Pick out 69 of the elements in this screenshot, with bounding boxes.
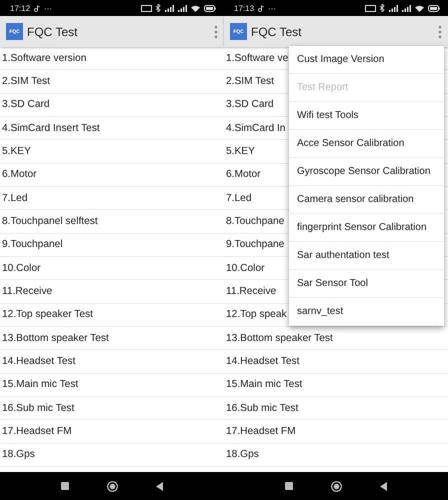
test-list-item[interactable]: 4.SimCard Insert Test	[2, 122, 100, 134]
menu-item[interactable]: Sar Sensor Tool	[289, 270, 444, 298]
test-list-item[interactable]: 15.Main mic Test	[2, 379, 78, 390]
menu-item[interactable]: Camera sensor calibration	[289, 186, 444, 214]
test-list-item[interactable]: 3.SD Card	[226, 99, 274, 110]
signal-icon	[165, 4, 174, 12]
test-list-item[interactable]: 18.Gps	[2, 449, 35, 460]
battery-icon	[428, 4, 440, 12]
test-list-item[interactable]: 8.Touchpanel selftest	[2, 216, 98, 227]
signal-icon	[389, 4, 398, 12]
signal-icon	[402, 4, 411, 12]
app-title: FQC Test	[27, 24, 78, 38]
more-options-icon[interactable]	[214, 24, 218, 38]
test-list-item[interactable]: 17.Headset FM	[2, 426, 72, 437]
more-notifications: ···	[44, 4, 52, 12]
test-list-item[interactable]: 11.Receive	[226, 286, 276, 297]
test-list-item[interactable]: 2.SIM Test	[226, 76, 274, 87]
status-time: 17:12	[10, 4, 30, 12]
test-list-item[interactable]: 14.Headset Test	[226, 356, 300, 367]
status-time: 17:13	[234, 4, 254, 12]
menu-item[interactable]: Wifi test Tools	[289, 102, 444, 130]
back-icon[interactable]	[156, 482, 163, 490]
test-list-item[interactable]: 10.Color	[2, 262, 41, 274]
test-list-item[interactable]: 1.Software ve	[226, 52, 288, 64]
test-list-item[interactable]: 8.Touchpane	[226, 216, 284, 227]
menu-item[interactable]: sarnv_test	[289, 298, 444, 326]
test-list-item[interactable]: 13.Bottom speaker Test	[226, 332, 333, 344]
menu-item[interactable]: Acce Sensor Calibration	[289, 130, 444, 158]
bluetooth-icon	[156, 4, 161, 12]
test-list-item[interactable]: 10.Color	[226, 262, 265, 274]
test-list-item[interactable]: 6.Motor	[226, 169, 261, 180]
test-list-item[interactable]: 6.Motor	[2, 169, 37, 180]
vpn-icon	[365, 4, 376, 12]
test-list-item[interactable]: 12.Top speak	[226, 309, 287, 320]
app-title: FQC Test	[251, 24, 302, 38]
more-notifications: ···	[268, 4, 276, 12]
test-list-item[interactable]: 16.Sub mic Test	[2, 402, 74, 414]
signal-icon	[178, 4, 187, 12]
test-list-item[interactable]: 15.Main mic Test	[226, 379, 302, 390]
test-list-item[interactable]: 18.Gps	[226, 449, 259, 460]
menu-item[interactable]: Sar authentation test	[289, 242, 444, 270]
home-icon[interactable]	[331, 480, 342, 492]
test-list-item[interactable]: 9.Touchpane	[226, 239, 284, 250]
test-list-item[interactable]: 9.Touchpanel	[2, 239, 63, 250]
test-list-item[interactable]: 16.Sub mic Test	[226, 402, 298, 414]
test-list-item[interactable]: 13.Bottom speaker Test	[2, 332, 109, 344]
wifi-icon	[191, 4, 200, 12]
test-list-item[interactable]: 7.Led	[2, 192, 28, 204]
test-list-item[interactable]: 2.SIM Test	[2, 76, 50, 87]
test-list-item[interactable]: 17.Headset FM	[226, 426, 296, 437]
bluetooth-icon	[380, 4, 385, 12]
test-list-item[interactable]: 7.Led	[226, 192, 252, 204]
test-list-item[interactable]: 14.Headset Test	[2, 356, 76, 367]
vpn-icon	[141, 4, 152, 12]
menu-item[interactable]: Gyroscope Sensor Calibration	[289, 158, 444, 186]
home-icon[interactable]	[107, 480, 118, 492]
battery-icon	[204, 4, 216, 12]
test-list-item[interactable]: 12.Top speaker Test	[2, 309, 93, 320]
back-icon[interactable]	[380, 482, 387, 490]
menu-item[interactable]: fingerprint Sensor Calibration	[289, 214, 444, 242]
menu-item[interactable]: Cust Image Version	[289, 46, 444, 74]
more-options-icon[interactable]	[438, 24, 442, 38]
test-list-item[interactable]: 11.Receive	[2, 286, 52, 297]
test-list-item[interactable]: 3.SD Card	[2, 99, 50, 110]
test-list-item[interactable]: 1.Software version	[2, 52, 86, 64]
test-list-item[interactable]: 4.SimCard In	[226, 122, 286, 134]
wifi-icon	[415, 4, 424, 12]
test-list-item[interactable]: 5.KEY	[2, 146, 31, 157]
test-list-item[interactable]: 5.KEY	[226, 146, 255, 157]
